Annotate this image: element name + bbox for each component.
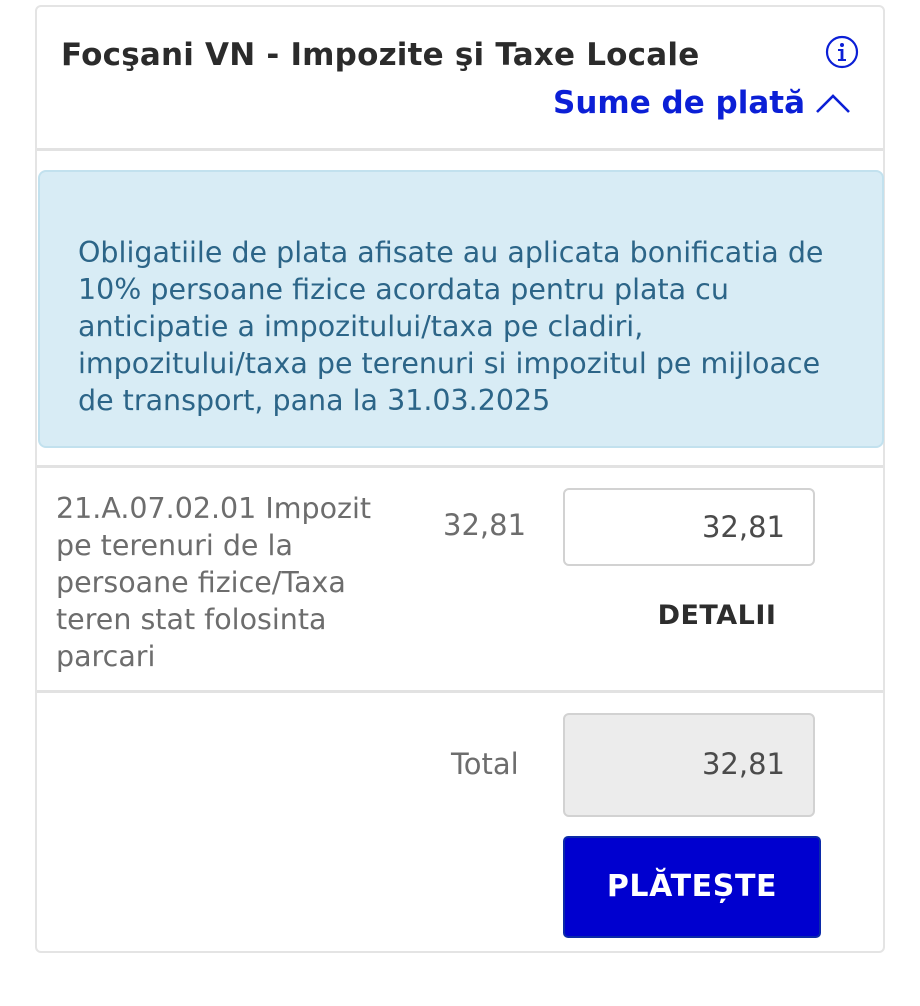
- card-header: Focşani VN - Impozite şi Taxe Locale Sum…: [37, 7, 883, 151]
- tax-item-pay-amount-input[interactable]: [563, 488, 815, 566]
- card-footer: Total 32,81 PLĂTEȘTE: [37, 690, 883, 953]
- details-button[interactable]: DETALII: [627, 600, 807, 631]
- page-title: Focşani VN - Impozite şi Taxe Locale: [61, 37, 700, 73]
- info-circle-icon[interactable]: [825, 35, 859, 69]
- alert-text: Obligatiile de plata afisate au aplicata…: [78, 236, 824, 417]
- tax-item-description: 21.A.07.02.01 Impozit pe terenuri de la …: [56, 492, 372, 673]
- tax-item-amount: 32,81: [443, 508, 527, 542]
- amounts-toggle-label: Sume de plată: [553, 85, 805, 121]
- bonus-info-alert: Obligatiile de plata afisate au aplicata…: [38, 170, 884, 448]
- total-value: 32,81: [563, 713, 815, 817]
- pay-button[interactable]: PLĂTEȘTE: [563, 836, 821, 938]
- chevron-up-icon: [816, 94, 850, 113]
- tax-item-row: 21.A.07.02.01 Impozit pe terenuri de la …: [37, 465, 883, 690]
- total-label: Total: [451, 747, 519, 781]
- amounts-toggle[interactable]: Sume de plată: [553, 85, 851, 121]
- payment-card: Focşani VN - Impozite şi Taxe Locale Sum…: [35, 5, 885, 953]
